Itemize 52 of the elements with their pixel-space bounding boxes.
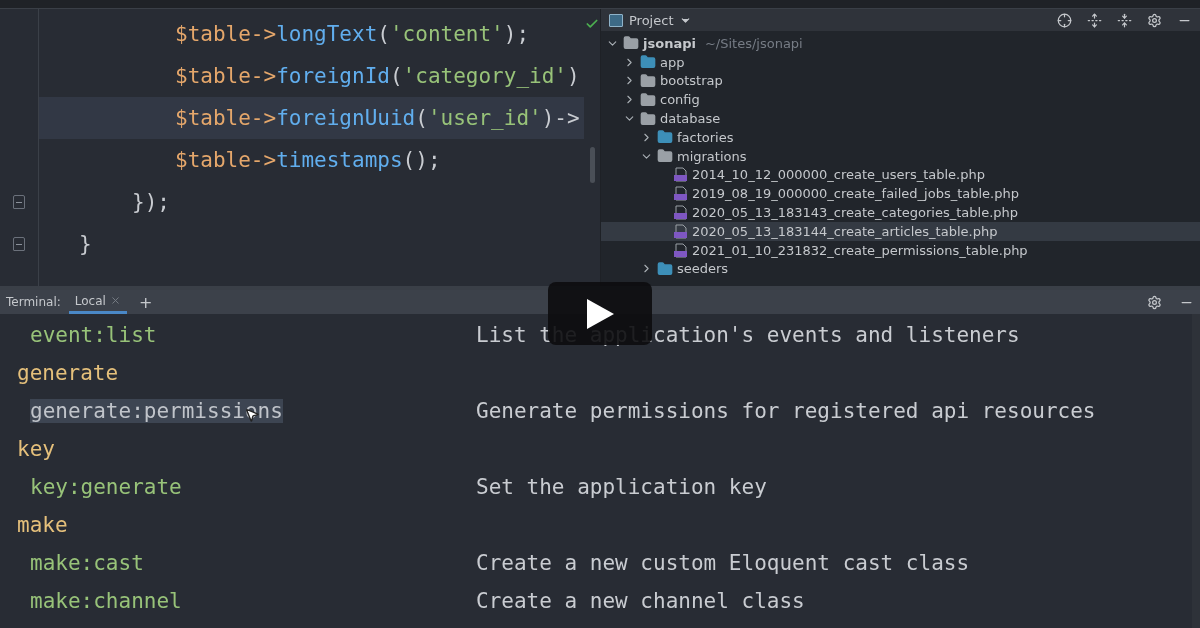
- terminal-label: Terminal:: [6, 295, 61, 309]
- command-name: make:cast: [30, 551, 144, 575]
- scrollbar-thumb[interactable]: [589, 147, 595, 183]
- settings-icon[interactable]: [1147, 294, 1162, 310]
- command-description: Create a new channel class: [476, 589, 805, 613]
- folder-tree-item[interactable]: app: [601, 52, 1200, 72]
- php-file-icon: [674, 167, 688, 183]
- file-tree-item[interactable]: 2020_05_13_183144_create_articles_table.php: [601, 221, 1200, 241]
- folder-tree-item[interactable]: seeders: [601, 259, 1200, 279]
- command-name: make:channel: [30, 589, 182, 613]
- panel-title[interactable]: Project: [629, 12, 674, 28]
- fold-icon[interactable]: [13, 237, 25, 251]
- command-description: Generate permissions for registered api resources: [476, 399, 1096, 423]
- folder-tree-item[interactable]: migrations: [601, 146, 1200, 166]
- terminal-tab[interactable]: Local: [68, 290, 127, 314]
- code-line: $table->longText('content');: [174, 21, 531, 48]
- settings-icon[interactable]: [1147, 12, 1162, 28]
- php-file-icon: [674, 242, 688, 258]
- command-description: Set the application key: [476, 475, 767, 499]
- code-line: });: [131, 189, 171, 216]
- project-path: ~/Sites/jsonapi: [704, 35, 803, 51]
- code-line: $table->foreignId('category_id'): [174, 63, 581, 90]
- php-file-icon: [674, 205, 688, 221]
- folder-icon: [623, 35, 639, 52]
- command-name: event:list: [30, 323, 157, 347]
- file-tree-item[interactable]: 2021_01_10_231832_create_permissions_table.php: [601, 240, 1200, 260]
- add-tab-button[interactable]: +: [134, 292, 157, 312]
- command-description: Create a new custom Eloquent cast class: [476, 551, 970, 575]
- fold-icon[interactable]: [13, 195, 25, 209]
- folder-tree-item[interactable]: factories: [601, 128, 1200, 147]
- command-group: generate: [17, 361, 119, 385]
- folder-tree-item[interactable]: database: [601, 109, 1200, 128]
- check-icon: [585, 17, 599, 31]
- collapse-all-icon[interactable]: [1117, 12, 1132, 28]
- command-name: generate:permissions: [30, 399, 283, 423]
- code-line: $table->timestamps();: [174, 147, 442, 174]
- command-group: key: [17, 437, 55, 461]
- command-group: make: [17, 513, 68, 537]
- window-icon: [609, 13, 623, 27]
- php-file-icon: [674, 186, 688, 202]
- folder-tree-item[interactable]: jsonapi ~/Sites/jsonapi: [601, 34, 1200, 53]
- code-line: }: [78, 231, 93, 258]
- command-name: key:generate: [30, 475, 182, 499]
- expand-all-icon[interactable]: [1087, 12, 1102, 28]
- crosshair-icon[interactable]: [1057, 12, 1072, 28]
- folder-tree-item[interactable]: config: [601, 90, 1200, 110]
- file-tree-item[interactable]: 2020_05_13_183143_create_categories_table.php: [601, 203, 1200, 222]
- file-tree-item[interactable]: 2019_08_19_000000_create_failed_jobs_table.php: [601, 184, 1200, 204]
- mouse-cursor-icon: [244, 407, 260, 423]
- php-file-icon: [674, 223, 688, 239]
- folder-tree-item[interactable]: bootstrap: [601, 71, 1200, 91]
- file-tree-item[interactable]: 2014_10_12_000000_create_users_table.php: [601, 165, 1200, 185]
